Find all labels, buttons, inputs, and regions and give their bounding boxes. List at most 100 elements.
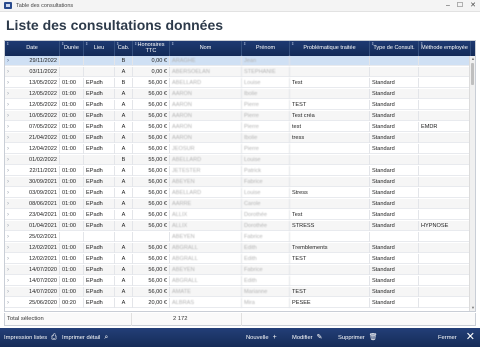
cell-first-name: Fabrice bbox=[242, 265, 290, 275]
cell-cabinet: A bbox=[115, 287, 133, 297]
table-row[interactable]: › 13/05/2022 01:00 EPadh B 56,00 € ABELLARD Lou… bbox=[5, 78, 471, 88]
cell-first-name: Pierre bbox=[242, 144, 290, 154]
column-header-problem[interactable]: ⇕ Problématique traitée bbox=[290, 41, 370, 56]
minimize-button[interactable]: – bbox=[446, 1, 450, 11]
column-header-place[interactable]: ⇕ Lieu bbox=[84, 41, 115, 56]
cell-last-name: AARON bbox=[170, 100, 242, 110]
table-row[interactable]: › 03/11/2022 A 0,00 € ABERSOELAN STEPHANIE bbox=[5, 67, 471, 77]
table-row[interactable]: › 23/04/2021 01:00 EPadh A 56,00 € ALLIX Doroth… bbox=[5, 210, 471, 220]
cell-last-name: ABEYEN bbox=[170, 232, 242, 242]
sort-icon: ⇕ bbox=[243, 41, 247, 46]
column-header-cabinet[interactable]: ⇕ Cab. bbox=[115, 41, 133, 56]
modify-label: Modifier bbox=[292, 334, 313, 341]
delete-button[interactable]: Supprimer 🗑 bbox=[338, 332, 378, 343]
cell-last-name: ABGRALL bbox=[170, 254, 242, 264]
cell-place: EPadh bbox=[84, 243, 115, 253]
cell-last-name: AARON bbox=[170, 122, 242, 132]
cell-method bbox=[419, 232, 471, 242]
cell-date: 12/02/2021 bbox=[13, 254, 60, 264]
cell-problem: Test créa bbox=[290, 111, 370, 121]
table-row[interactable]: › 30/09/2021 01:00 EPadh A 56,00 € ABEYEN Fabri… bbox=[5, 177, 471, 187]
pencil-icon: ✎ bbox=[316, 334, 323, 341]
close-button[interactable]: Fermer bbox=[438, 332, 457, 343]
table-row[interactable]: › 08/06/2021 01:00 EPadh A 56,00 € AARRE Carole… bbox=[5, 199, 471, 209]
cell-cabinet bbox=[115, 232, 133, 242]
sort-icon: ⇕ bbox=[6, 41, 10, 46]
table-row[interactable]: › 14/07/2020 01:00 EPadh A 56,00 € ABGRALL Edit… bbox=[5, 276, 471, 286]
table-row[interactable]: › 21/04/2022 01:00 EPadh A 56,00 € AARON Ibolie… bbox=[5, 133, 471, 143]
table-row[interactable]: › 01/02/2022 B 55,00 € ABELLARD Louise bbox=[5, 155, 471, 165]
cell-place: EPadh bbox=[84, 210, 115, 220]
print-detail-button[interactable]: Imprimer détail ⌕ bbox=[62, 332, 108, 343]
close-icon[interactable]: ✕ bbox=[466, 331, 475, 343]
cell-method bbox=[419, 133, 471, 143]
cell-date: 10/05/2022 bbox=[13, 111, 60, 121]
cell-duration: 01:00 bbox=[60, 100, 84, 110]
table-row[interactable]: › 14/07/2020 01:00 EPadh A 56,00 € AMATE Marian… bbox=[5, 287, 471, 297]
maximize-button[interactable]: ☐ bbox=[457, 1, 463, 11]
print-lists-button[interactable]: Impression listes ⎙ bbox=[4, 332, 57, 343]
cell-duration: 01:00 bbox=[60, 78, 84, 88]
row-chevron-icon: › bbox=[7, 201, 9, 207]
cell-cabinet: A bbox=[115, 122, 133, 132]
cell-cabinet: A bbox=[115, 298, 133, 308]
scroll-down-arrow-icon[interactable]: ▼ bbox=[470, 305, 475, 311]
cell-place: EPadh bbox=[84, 78, 115, 88]
cell-duration bbox=[60, 56, 84, 66]
table-row[interactable]: › 12/05/2022 01:00 EPadh A 56,00 € AARON Pierre… bbox=[5, 100, 471, 110]
cell-consult-type bbox=[370, 67, 419, 77]
cell-date: 13/05/2022 bbox=[13, 78, 60, 88]
cell-cabinet: A bbox=[115, 111, 133, 121]
modify-button[interactable]: Modifier ✎ bbox=[292, 332, 323, 343]
table-row[interactable]: › 29/11/2022 B 0,00 € ARAGHE Jean bbox=[5, 56, 471, 66]
table-row[interactable]: › 12/04/2022 01:00 EPadh A 56,00 € JEOSUR Pierr… bbox=[5, 144, 471, 154]
column-header-consult-type[interactable]: ⇕ Type de Consult. bbox=[370, 41, 419, 56]
cell-cabinet: A bbox=[115, 89, 133, 99]
cell-first-name: Ibolie bbox=[242, 133, 290, 143]
column-header-duration[interactable]: ⇕ Durée bbox=[60, 41, 84, 56]
vertical-scrollbar[interactable]: ▲ ▼ bbox=[469, 56, 475, 311]
cell-fee: 56,00 € bbox=[133, 122, 170, 132]
column-header-label: Prénom bbox=[255, 44, 276, 51]
close-window-button[interactable]: ✕ bbox=[470, 1, 476, 11]
cell-problem: Tremblements bbox=[290, 243, 370, 253]
new-label: Nouvelle bbox=[246, 334, 269, 341]
table-row[interactable]: › 12/05/2022 01:00 EPadh A 56,00 € AARON Ibolie… bbox=[5, 89, 471, 99]
table-row[interactable]: › 03/09/2021 01:00 EPadh A 56,00 € ABELLARD Lou… bbox=[5, 188, 471, 198]
table-row[interactable]: › 25/06/2020 00:20 EPadh A 20,00 € ALBRAS Mira P… bbox=[5, 298, 471, 308]
bottom-toolbar: Impression listes ⎙ Imprimer détail ⌕ No… bbox=[0, 328, 480, 347]
cell-consult-type: Standard bbox=[370, 100, 419, 110]
cell-fee: 56,00 € bbox=[133, 177, 170, 187]
cell-fee: 0,00 € bbox=[133, 56, 170, 66]
cell-fee: 0,00 € bbox=[133, 67, 170, 77]
cell-cabinet: A bbox=[115, 188, 133, 198]
column-header-date[interactable]: ⇕ Date bbox=[5, 41, 60, 56]
scroll-thumb[interactable] bbox=[471, 63, 474, 85]
table-row[interactable]: › 12/02/2021 01:00 EPadh A 56,00 € ABGRALL Edit… bbox=[5, 243, 471, 253]
table-row[interactable]: › 22/11/2021 01:00 EPadh A 56,00 € JETESTER Pat… bbox=[5, 166, 471, 176]
column-header-first-name[interactable]: ⇕ Prénom bbox=[242, 41, 290, 56]
row-chevron-icon: › bbox=[7, 124, 9, 130]
table-row[interactable]: › 07/05/2022 01:00 EPadh A 56,00 € AARON Pierre… bbox=[5, 122, 471, 132]
cell-fee: 56,00 € bbox=[133, 78, 170, 88]
new-button[interactable]: Nouvelle + bbox=[246, 332, 277, 343]
cell-first-name: Pierre bbox=[242, 111, 290, 121]
cell-first-name: STEPHANIE bbox=[242, 67, 290, 77]
scroll-up-arrow-icon[interactable]: ▲ bbox=[470, 56, 475, 62]
table-row[interactable]: › 25/02/2021 ABEYEN Fabrice bbox=[5, 232, 471, 242]
table-row[interactable]: › 12/02/2021 01:00 EPadh A 56,00 € ABGRALL Edit… bbox=[5, 254, 471, 264]
cell-date: 22/11/2021 bbox=[13, 166, 60, 176]
table-row[interactable]: › 14/07/2020 01:00 EPadh A 56,00 € ABEYEN Fabri… bbox=[5, 265, 471, 275]
row-chevron-icon: › bbox=[7, 146, 9, 152]
cell-consult-type: Standard bbox=[370, 221, 419, 231]
column-header-last-name[interactable]: ⇕ Nom bbox=[170, 41, 242, 56]
column-header-fee[interactable]: ⇕ Honoraires TTC bbox=[133, 41, 170, 56]
cell-fee: 56,00 € bbox=[133, 221, 170, 231]
cell-duration: 00:20 bbox=[60, 298, 84, 308]
cell-method bbox=[419, 78, 471, 88]
column-header-method[interactable]: ⇕ Méthode employée bbox=[419, 41, 471, 56]
cell-last-name: ABGRALL bbox=[170, 243, 242, 253]
table-row[interactable]: › 01/04/2021 01:00 EPadh A 56,00 € ALLIX Doroth… bbox=[5, 221, 471, 231]
table-row[interactable]: › 10/05/2022 01:00 EPadh A 56,00 € AARON Pierre… bbox=[5, 111, 471, 121]
cell-problem: TEST bbox=[290, 254, 370, 264]
